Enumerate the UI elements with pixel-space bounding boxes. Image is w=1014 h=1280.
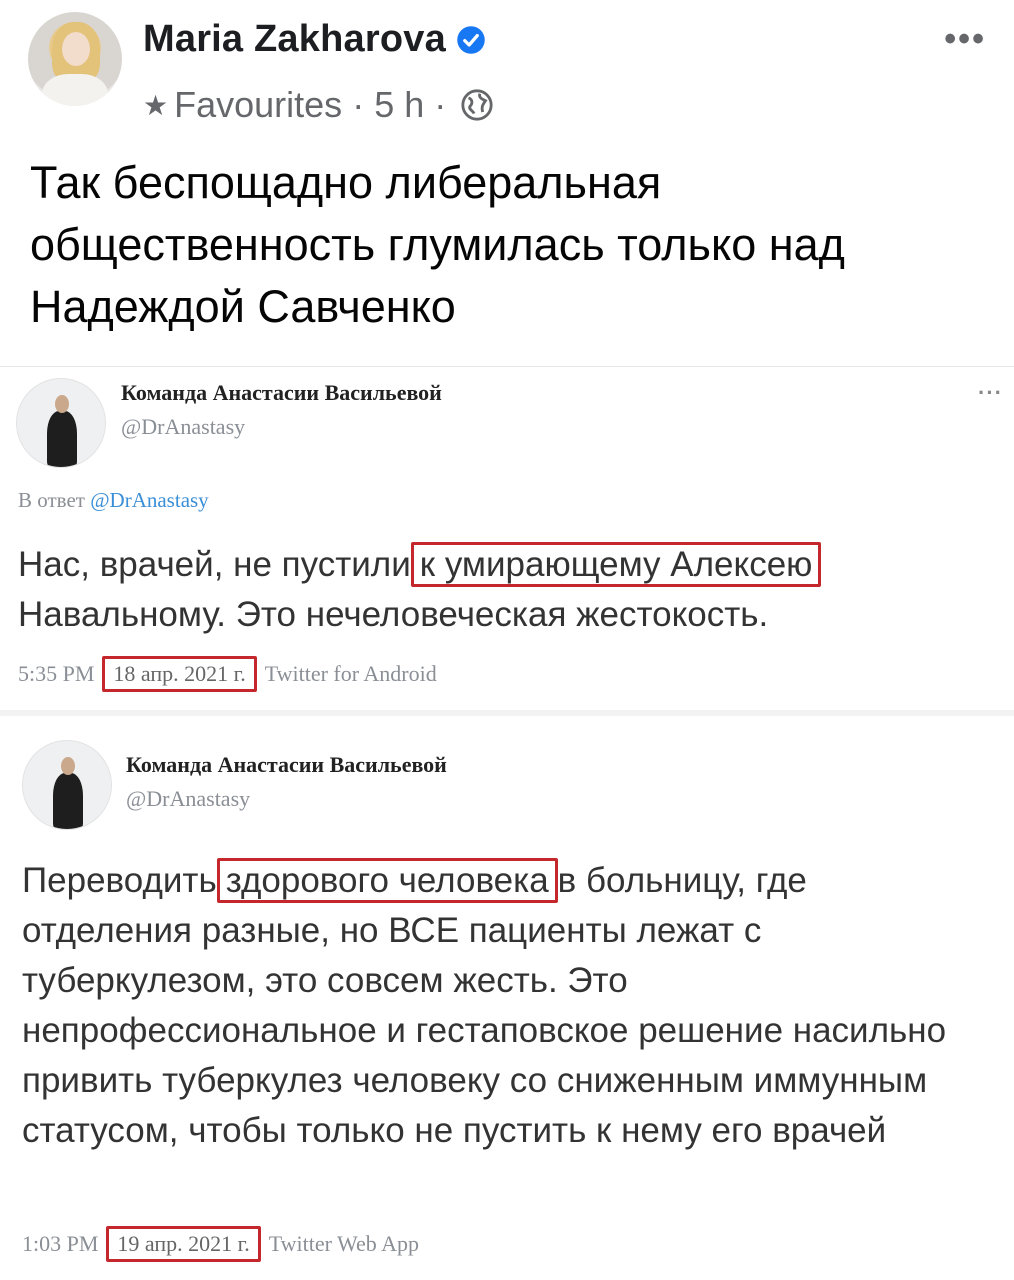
highlighted-phrase: здорового человека: [216, 858, 558, 903]
tweet-author-avatar: [22, 740, 112, 830]
verified-badge-icon: [457, 25, 485, 54]
author-name[interactable]: Maria Zakharova: [143, 18, 446, 61]
post-time[interactable]: 5 h: [374, 84, 424, 126]
tweet-author-name: Команда Анастасии Васильевой: [121, 380, 442, 405]
tweet-author-handle: @DrAnastasy: [121, 414, 246, 439]
tweet-footer: 1:03 PM 19 апр. 2021 г. Twitter Web App: [22, 1226, 419, 1262]
avatar-face: [62, 32, 90, 66]
avatar-suit: [53, 773, 83, 829]
star-icon: ★: [143, 89, 169, 121]
tweet-1: Команда Анастасии Васильевой @DrAnastasy…: [0, 366, 1014, 710]
globe-icon: [461, 89, 493, 121]
highlighted-date: 18 апр. 2021 г.: [102, 656, 257, 692]
tweet-text: Переводить здорового человека в больницу, …: [22, 856, 972, 1156]
author-name-row: Maria Zakharova: [143, 18, 486, 61]
tweet-time: 5:35 PM: [18, 661, 95, 686]
avatar-head: [61, 757, 75, 775]
tweet-text-after: в больницу, где отделения разные, но ВСЕ…: [22, 861, 947, 1150]
tweet-time: 1:03 PM: [22, 1231, 99, 1256]
tweet-footer: 5:35 PM 18 апр. 2021 г. Twitter for Andr…: [18, 656, 437, 692]
audience-label[interactable]: Favourites: [174, 84, 342, 126]
meta-separator: ·: [434, 84, 447, 125]
tweet-more-icon: ···: [978, 380, 1003, 405]
highlighted-phrase: к умирающему Алексею: [410, 542, 822, 587]
tweet-author-handle: @DrAnastasy: [126, 786, 251, 811]
post-meta: ★ Favourites · 5 h ·: [143, 84, 494, 126]
tweet-client: Twitter for Android: [264, 661, 437, 686]
avatar-body: [42, 74, 108, 106]
reply-mention: @DrAnastasy: [90, 488, 209, 512]
reply-prefix: В ответ: [18, 488, 85, 512]
tweet-author-name: Команда Анастасии Васильевой: [126, 752, 447, 777]
embedded-image[interactable]: Команда Анастасии Васильевой @DrAnastasy…: [0, 366, 1014, 1280]
tweet-2: Команда Анастасии Васильевой @DrAnastasy…: [0, 716, 1014, 1280]
post-text: Так беспощадно либеральная общественност…: [30, 157, 845, 332]
tweet-text-before: Переводить: [22, 861, 217, 900]
avatar-suit: [47, 411, 77, 467]
tweet-text-before: Нас, врачей, не пустили: [18, 545, 411, 584]
author-avatar[interactable]: [28, 12, 122, 106]
post-header: Maria Zakharova ★ Favourites · 5 h · •••: [0, 0, 1014, 140]
tweet-client: Twitter Web App: [268, 1231, 419, 1256]
reply-context: В ответ @DrAnastasy: [18, 488, 209, 513]
tweet-text: Нас, врачей, не пустили к умирающему Алек…: [18, 540, 978, 640]
tweet-text-after: Навальному. Это нечеловеческая жестокост…: [18, 595, 769, 634]
avatar-head: [55, 395, 69, 413]
tweet-author-avatar: [16, 378, 106, 468]
more-options-icon[interactable]: •••: [944, 20, 986, 59]
highlighted-date: 19 апр. 2021 г.: [106, 1226, 261, 1262]
meta-separator: ·: [352, 84, 365, 125]
